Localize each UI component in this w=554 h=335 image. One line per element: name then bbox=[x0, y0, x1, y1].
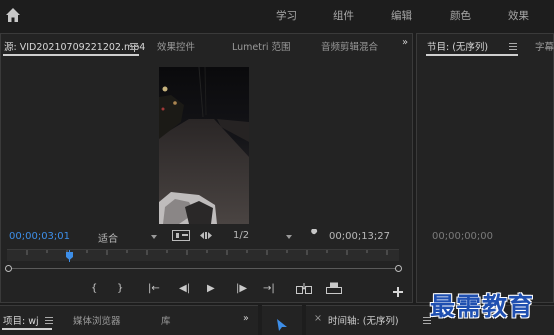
tools-panel bbox=[262, 305, 302, 335]
play-button[interactable]: ▶ bbox=[207, 283, 215, 295]
tab-lumetri-scopes[interactable]: Lumetri 范围 bbox=[232, 39, 291, 53]
zoom-scrollbar[interactable] bbox=[7, 268, 399, 269]
mark-in-button[interactable]: { bbox=[91, 283, 97, 295]
mark-out-button[interactable]: } bbox=[117, 283, 123, 295]
step-forward-button[interactable]: |▶ bbox=[236, 283, 247, 295]
overflow-chevron-icon[interactable]: » bbox=[402, 37, 408, 48]
source-current-timecode[interactable]: 00;00;03;01 bbox=[9, 231, 70, 242]
workspace-learn[interactable]: 学习 bbox=[276, 8, 297, 23]
selection-tool-icon[interactable] bbox=[276, 318, 288, 332]
wrench-settings-icon[interactable] bbox=[308, 229, 320, 241]
bottom-overflow-chevron-icon[interactable]: » bbox=[243, 313, 249, 324]
step-back-button[interactable]: ◀| bbox=[179, 283, 190, 295]
active-tab-underline bbox=[3, 54, 139, 56]
tab-program[interactable]: 节目: (无序列) bbox=[427, 39, 488, 53]
fit-select[interactable]: 适合 bbox=[98, 230, 118, 245]
project-panel-menu-icon[interactable] bbox=[45, 317, 53, 324]
home-icon[interactable] bbox=[5, 7, 21, 23]
source-monitor-panel: 源: VID20210709221202.mp4 效果控件 Lumetri 范围… bbox=[0, 33, 413, 303]
zoom-scrollbar-right-handle[interactable] bbox=[395, 265, 402, 272]
ruler-ticks bbox=[26, 250, 388, 262]
tab-timeline[interactable]: 时间轴: (无序列) bbox=[328, 313, 399, 327]
workspace-bar: 学习 组件 编辑 颜色 效果 bbox=[0, 0, 554, 33]
playhead-icon bbox=[66, 252, 73, 260]
tab-libraries[interactable]: 库 bbox=[161, 313, 171, 327]
source-tab-row: 源: VID20210709221202.mp4 效果控件 Lumetri 范围… bbox=[1, 34, 412, 58]
tab-media-browser[interactable]: 媒体浏览器 bbox=[73, 313, 121, 327]
panel-menu-icon[interactable] bbox=[130, 43, 138, 50]
timeline-close-icon[interactable]: × bbox=[314, 313, 322, 324]
watermark-logo: 最需教育 bbox=[430, 292, 535, 321]
video-preview bbox=[159, 67, 249, 224]
tab-captions[interactable]: 字幕 bbox=[535, 39, 554, 53]
fit-dropdown-icon[interactable] bbox=[151, 235, 157, 239]
go-to-in-button[interactable]: |← bbox=[148, 283, 160, 295]
time-ruler[interactable] bbox=[7, 249, 399, 262]
project-panel: 项目: wj 媒体浏览器 库 » bbox=[0, 305, 258, 335]
tab-project[interactable]: 项目: wj bbox=[3, 313, 39, 327]
workspace-assembly[interactable]: 组件 bbox=[333, 8, 354, 23]
night-road-frame bbox=[159, 67, 249, 224]
program-panel-menu-icon[interactable] bbox=[509, 43, 517, 50]
safe-margins-icon[interactable] bbox=[172, 230, 190, 241]
program-monitor-panel: 节目: (无序列) 字幕 00;00;00;00 bbox=[416, 33, 554, 303]
workspace-effects[interactable]: 效果 bbox=[508, 8, 529, 23]
zoom-scrollbar-left-handle[interactable] bbox=[5, 265, 12, 272]
workspace-editing[interactable]: 编辑 bbox=[391, 8, 412, 23]
add-button-icon[interactable] bbox=[393, 287, 403, 297]
program-tab-underline bbox=[426, 54, 518, 56]
source-duration-timecode: 00;00;13;27 bbox=[329, 231, 391, 242]
overwrite-icon[interactable] bbox=[326, 282, 342, 294]
resolution-select[interactable]: 1/2 bbox=[233, 230, 249, 241]
go-to-out-button[interactable]: →| bbox=[263, 283, 275, 295]
insert-overwrite-icon[interactable] bbox=[199, 231, 213, 240]
tab-audio-clip-mixer[interactable]: 音频剪辑混合 bbox=[321, 39, 393, 53]
project-tab-underline bbox=[2, 328, 52, 330]
resolution-dropdown-icon[interactable] bbox=[286, 235, 292, 239]
tab-source[interactable]: 源: VID20210709221202.mp4 bbox=[4, 39, 145, 53]
program-current-timecode[interactable]: 00;00;00;00 bbox=[432, 231, 493, 242]
workspace-color[interactable]: 颜色 bbox=[450, 8, 471, 23]
insert-icon[interactable] bbox=[296, 283, 312, 294]
tab-effect-controls[interactable]: 效果控件 bbox=[157, 39, 195, 53]
